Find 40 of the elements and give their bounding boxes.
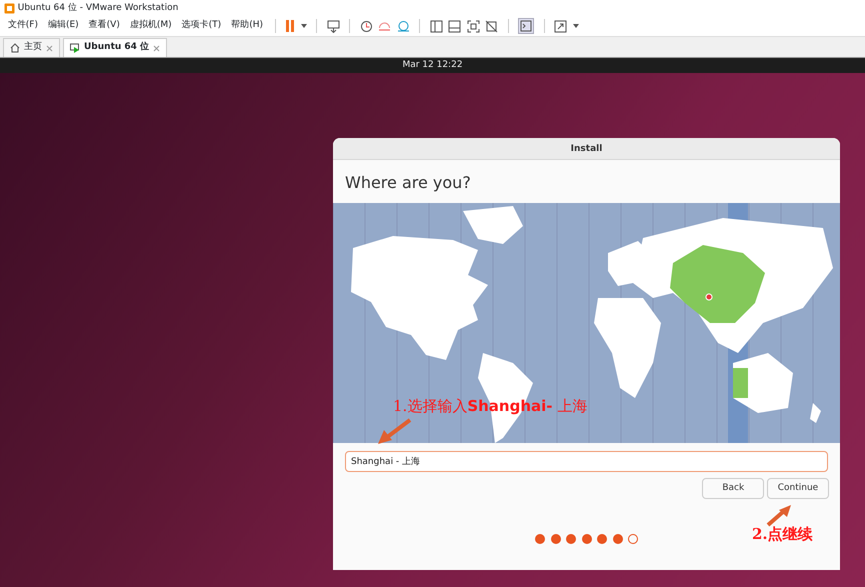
no-stretch-icon[interactable] <box>485 20 498 32</box>
annotation-text: 2.点继续 <box>752 524 813 545</box>
tab-label: 主页 <box>24 41 42 54</box>
back-button[interactable]: Back <box>702 478 764 499</box>
tab-label: Ubuntu 64 位 <box>84 41 150 54</box>
panel-layout-icon[interactable] <box>448 20 462 32</box>
tab[interactable]: 主页 <box>3 38 60 57</box>
annotation-arrow <box>766 503 792 527</box>
fit-screen-icon[interactable] <box>466 20 480 32</box>
world-map-drawing[interactable] <box>333 203 840 443</box>
continue-button[interactable]: Continue <box>767 478 829 499</box>
sidebar-layout-icon[interactable] <box>430 20 443 32</box>
location-field[interactable]: Shanghai - 上海 <box>345 451 828 472</box>
dialog-heading: Where are you? <box>345 173 471 192</box>
location-pin-icon <box>706 294 712 300</box>
caret-icon[interactable] <box>572 24 579 28</box>
caret-icon[interactable] <box>300 24 307 28</box>
console-icon[interactable] <box>518 18 534 34</box>
tab[interactable]: Ubuntu 64 位 <box>63 38 168 57</box>
monitor-arrow-icon[interactable] <box>326 20 340 32</box>
menu-item[interactable]: 编辑(E) <box>42 19 84 33</box>
menu-item[interactable]: 帮助(H) <box>226 19 268 33</box>
close-icon[interactable] <box>46 44 53 52</box>
pause-icon[interactable] <box>285 20 296 32</box>
app-logo-icon <box>4 2 15 14</box>
close-icon[interactable] <box>153 44 160 52</box>
menu-item[interactable]: 选项卡(T) <box>176 19 226 33</box>
annotation-arrow <box>376 418 412 446</box>
menu-item[interactable]: 文件(F) <box>2 19 43 33</box>
menu-item[interactable]: 虚拟机(M) <box>124 19 177 33</box>
home-icon <box>10 43 20 53</box>
clock-icon[interactable] <box>396 20 410 32</box>
fullscreen-icon[interactable] <box>554 20 568 32</box>
clock-text: Mar 12 12:22 <box>402 60 463 70</box>
dialog-title: Install <box>570 144 602 154</box>
vm-icon <box>70 43 80 53</box>
menu-item[interactable]: 查看(V) <box>84 19 125 33</box>
window-title: Ubuntu 64 位 - VMware Workstation <box>18 2 178 15</box>
clock-icon[interactable] <box>360 20 373 32</box>
clock-icon[interactable] <box>378 20 392 32</box>
